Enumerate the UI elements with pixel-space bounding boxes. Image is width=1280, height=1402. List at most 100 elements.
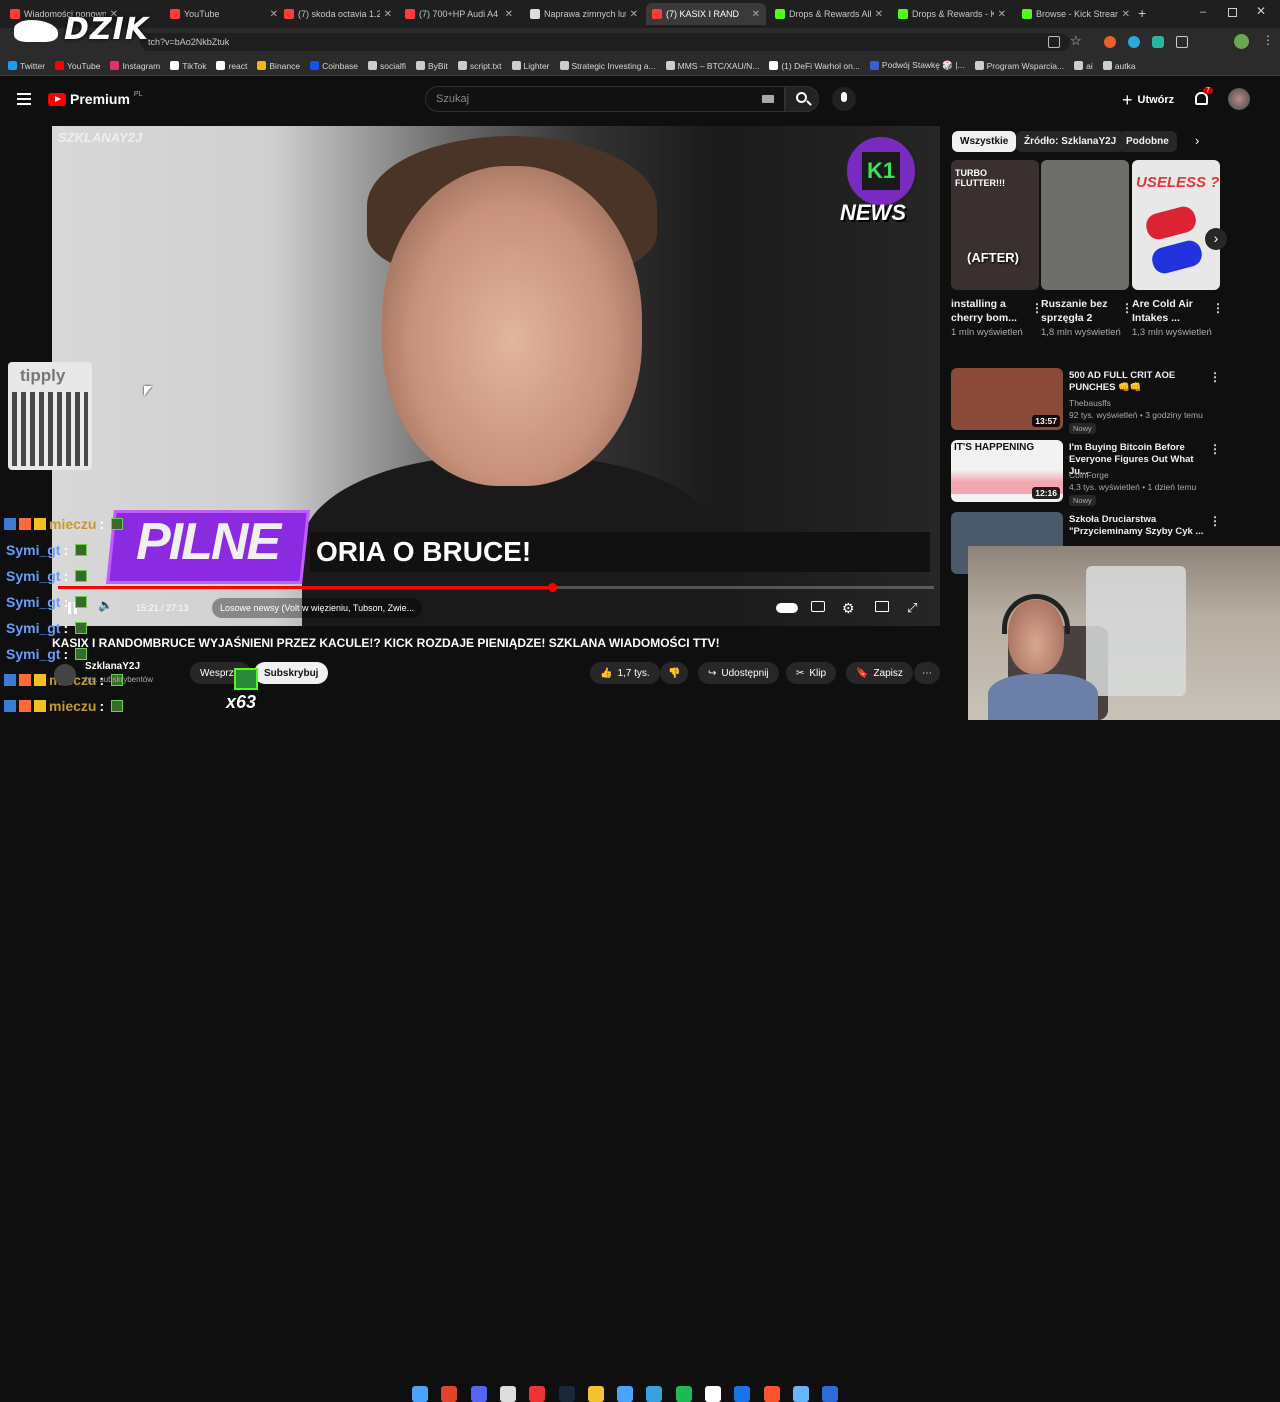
extension-icon[interactable] (1152, 36, 1164, 48)
tab-close-icon[interactable]: ✕ (270, 9, 278, 20)
browser-tab[interactable]: Naprawa zimnych lut... ✕ (524, 3, 644, 25)
app-icon[interactable] (705, 1386, 721, 1402)
browser-tab[interactable]: (7) 700+HP Audi A4 B... ✕ (399, 3, 519, 25)
app-icon[interactable] (617, 1386, 634, 1402)
notepad-icon[interactable] (792, 1386, 809, 1402)
maximize-icon[interactable] (1228, 8, 1237, 17)
new-tab-button[interactable]: + (1138, 5, 1146, 21)
short-meta[interactable]: installing a cherry bom... 1 mln wyświetl… (951, 297, 1039, 339)
bookmark-item[interactable]: ai (1074, 61, 1093, 71)
bookmark-item[interactable]: ByBit (416, 61, 448, 71)
bookmark-item[interactable]: Instagram (110, 61, 160, 71)
short-meta[interactable]: Ruszanie bez sprzęgła 2 1,8 mln wyświetle… (1041, 297, 1129, 339)
channel-name[interactable]: SzklanaY2J (85, 661, 140, 672)
filter-chip[interactable]: Źródło: SzklanaY2J (1016, 131, 1125, 152)
browser-tab[interactable]: Browse - Kick Stream... ✕ (1016, 3, 1136, 25)
short-thumbnail[interactable]: USELESS ? (1132, 160, 1220, 290)
video-title[interactable]: Szkoła Druciarstwa "Przycieminamy Szyby … (1069, 514, 1204, 538)
theater-mode-icon[interactable] (875, 601, 889, 612)
tab-close-icon[interactable]: ✕ (384, 9, 392, 20)
video-progress-bar[interactable] (58, 583, 934, 592)
bookmark-item[interactable]: autka (1102, 61, 1136, 71)
bookmark-item[interactable]: react (216, 61, 247, 71)
bookmark-item[interactable]: Twitter (8, 61, 45, 71)
browser-tab[interactable]: Drops & Rewards - K... ✕ (892, 3, 1012, 25)
chapter-title[interactable]: Losowe newsy (Volt w więzieniu, Tubson, … (212, 598, 422, 618)
tab-close-icon[interactable]: ✕ (752, 9, 760, 20)
clip-button[interactable]: ✂ Klip (786, 662, 837, 684)
bookmark-item[interactable]: YouTube (55, 61, 100, 71)
bookmark-item[interactable]: TikTok (170, 61, 206, 71)
volume-icon[interactable]: 🔈 (98, 598, 113, 618)
more-options-icon[interactable]: ⋮ (1209, 370, 1221, 384)
more-options-icon[interactable]: ⋮ (1212, 301, 1224, 315)
puzzle-icon[interactable] (1176, 36, 1188, 48)
more-options-icon[interactable]: ⋮ (1209, 514, 1221, 528)
bookmark-item[interactable]: Binance (257, 61, 300, 71)
save-button[interactable]: 🔖 Zapisz (846, 662, 913, 684)
extension-icon[interactable] (1104, 36, 1116, 48)
hamburger-menu-icon[interactable] (17, 93, 31, 105)
tab-close-icon[interactable]: ✕ (875, 9, 883, 20)
tab-close-icon[interactable]: ✕ (630, 9, 638, 20)
create-button[interactable]: + Utwórz (1122, 90, 1174, 110)
bookmark-item[interactable]: Program Wsparcia... (974, 61, 1064, 71)
bookmark-item[interactable]: socialfi (368, 61, 406, 71)
filter-chip[interactable]: Wszystkie (952, 131, 1017, 152)
notifications-button[interactable]: 7 (1192, 87, 1213, 109)
channel-name[interactable]: Thebausffs (1069, 398, 1111, 408)
search-input[interactable]: Szukaj (425, 86, 785, 112)
bookmark-item[interactable]: Coinbase (310, 61, 358, 71)
more-actions-button[interactable]: ⋯ (914, 662, 940, 684)
short-thumbnail[interactable]: TURBO FLUTTER!!! (AFTER) (951, 160, 1039, 290)
browser-tab[interactable]: (7) KASIX I RAND ✕ (646, 3, 766, 25)
video-thumbnail[interactable]: IT'S HAPPENING 12:16 (951, 440, 1063, 502)
recommended-video[interactable]: 13:57 500 AD FULL CRIT AOE PUNCHES 👊👊 Theb… (951, 368, 1221, 434)
short-thumbnail[interactable] (1041, 160, 1129, 290)
autoplay-toggle[interactable] (776, 603, 798, 613)
app-icon[interactable] (499, 1386, 516, 1402)
share-button[interactable]: ↪ Udostępnij (698, 662, 779, 684)
star-icon[interactable]: ☆ (1070, 33, 1082, 49)
account-avatar[interactable] (1228, 88, 1250, 110)
bookmark-item[interactable]: Strategic Investing a... (559, 61, 656, 71)
browser-tab[interactable]: Drops & Rewards All... ✕ (769, 3, 889, 25)
extension-icon[interactable] (1128, 36, 1140, 48)
mic-button[interactable] (832, 87, 856, 111)
subtitles-icon[interactable] (811, 601, 825, 612)
settings-gear-icon[interactable]: ⚙ (842, 598, 855, 618)
youtube-logo[interactable]: Premium PL (48, 91, 142, 107)
brave-icon[interactable] (763, 1386, 780, 1402)
chrome-icon[interactable] (441, 1386, 458, 1402)
bookmark-item[interactable]: (1) DeFi Warhol on... (769, 61, 860, 71)
profile-avatar[interactable] (1234, 34, 1249, 49)
keyboard-icon[interactable] (762, 95, 774, 103)
video-thumbnail[interactable]: 13:57 (951, 368, 1063, 430)
chips-next-icon[interactable]: › (1195, 133, 1199, 148)
channel-name[interactable]: CoinForge (1069, 470, 1109, 480)
bookmark-item[interactable]: Lighter (511, 61, 550, 71)
url-field[interactable]: tch?v=bAo2NkbZtuk (140, 33, 1070, 51)
progress-scrubber[interactable] (547, 583, 557, 592)
like-button[interactable]: 👍 1,7 tys. (590, 662, 660, 684)
bookmark-item[interactable]: Podwój Stawkę 🎲 |... (869, 60, 965, 71)
browser-tab[interactable]: YouTube ✕ (164, 3, 284, 25)
short-meta[interactable]: Are Cold Air Intakes ... 1,3 mln wyświetl… (1132, 297, 1220, 339)
minimize-icon[interactable]: – (1200, 6, 1206, 18)
video-title[interactable]: 500 AD FULL CRIT AOE PUNCHES 👊👊 (1069, 370, 1204, 394)
tab-close-icon[interactable]: ✕ (505, 9, 513, 20)
tab-close-icon[interactable]: ✕ (998, 9, 1006, 20)
search-button[interactable] (785, 86, 819, 112)
dislike-button[interactable]: 👎 (660, 662, 689, 684)
app-icon[interactable] (734, 1386, 751, 1402)
app-icon[interactable] (646, 1386, 663, 1402)
install-icon[interactable] (1048, 36, 1060, 48)
tab-close-icon[interactable]: ✕ (1122, 9, 1130, 20)
recommended-video[interactable]: IT'S HAPPENING 12:16 I'm Buying Bitcoin Be… (951, 440, 1221, 506)
more-options-icon[interactable]: ⋮ (1209, 442, 1221, 456)
file-explorer-icon[interactable] (587, 1386, 604, 1402)
filter-chip[interactable]: Podobne (1118, 131, 1177, 152)
menu-icon[interactable]: ⋮ (1262, 33, 1274, 47)
bookmark-item[interactable]: MMS – BTC/XAU/N... (665, 61, 759, 71)
app-icon[interactable] (822, 1386, 839, 1402)
